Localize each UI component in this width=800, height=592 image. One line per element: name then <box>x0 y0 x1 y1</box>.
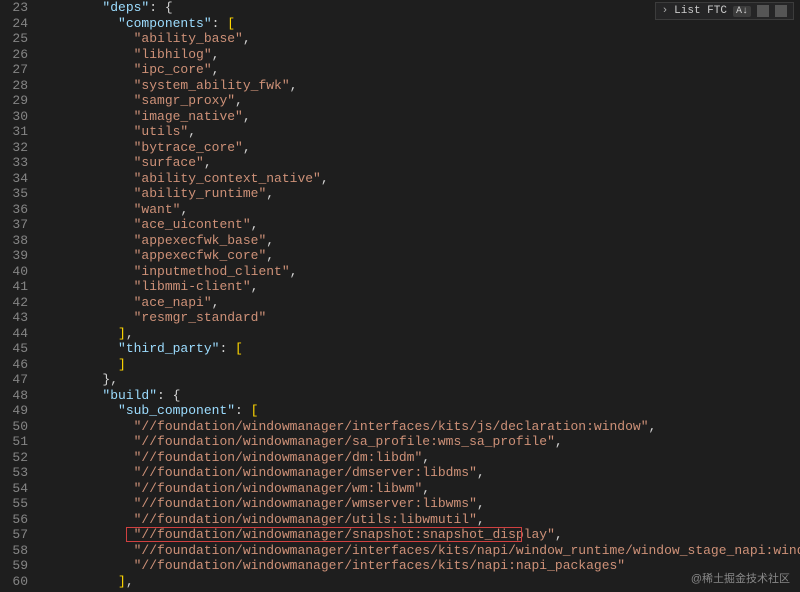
code-line[interactable]: "//foundation/windowmanager/snapshot:sna… <box>40 527 800 543</box>
code-line[interactable]: "ability_context_native", <box>40 171 800 187</box>
code-line[interactable]: "//foundation/windowmanager/dmserver:lib… <box>40 465 800 481</box>
line-number: 48 <box>8 388 28 404</box>
code-line[interactable]: "samgr_proxy", <box>40 93 800 109</box>
line-number: 47 <box>8 372 28 388</box>
code-line[interactable]: "ability_base", <box>40 31 800 47</box>
code-line[interactable]: ], <box>40 574 800 590</box>
code-line[interactable]: "want", <box>40 202 800 218</box>
code-line[interactable]: ] <box>40 357 800 373</box>
code-line[interactable]: "//foundation/windowmanager/interfaces/k… <box>40 543 800 559</box>
line-number: 27 <box>8 62 28 78</box>
code-line[interactable]: "libmmi-client", <box>40 279 800 295</box>
line-number: 32 <box>8 140 28 156</box>
code-line[interactable]: "appexecfwk_base", <box>40 233 800 249</box>
code-line[interactable]: "third_party": [ <box>40 341 800 357</box>
line-number: 23 <box>8 0 28 16</box>
code-line[interactable]: "build": { <box>40 388 800 404</box>
line-number: 38 <box>8 233 28 249</box>
code-line[interactable]: "bytrace_core", <box>40 140 800 156</box>
code-line[interactable]: "resmgr_standard" <box>40 310 800 326</box>
line-number: 41 <box>8 279 28 295</box>
line-number: 26 <box>8 47 28 63</box>
line-number: 54 <box>8 481 28 497</box>
line-number: 50 <box>8 419 28 435</box>
code-line[interactable]: "utils", <box>40 124 800 140</box>
line-number-gutter: 2324252627282930313233343536373839404142… <box>0 0 40 592</box>
line-number: 57 <box>8 527 28 543</box>
line-number: 43 <box>8 310 28 326</box>
code-area[interactable]: "deps": { "components": [ "ability_base"… <box>40 0 800 592</box>
code-line[interactable]: }, <box>40 372 800 388</box>
line-number: 58 <box>8 543 28 559</box>
code-line[interactable]: "//foundation/windowmanager/interfaces/k… <box>40 558 800 574</box>
code-line[interactable]: "libhilog", <box>40 47 800 63</box>
line-number: 24 <box>8 16 28 32</box>
line-number: 39 <box>8 248 28 264</box>
code-line[interactable]: "components": [ <box>40 16 800 32</box>
code-line[interactable]: "deps": { <box>40 0 800 16</box>
line-number: 35 <box>8 186 28 202</box>
code-editor[interactable]: 2324252627282930313233343536373839404142… <box>0 0 800 592</box>
line-number: 36 <box>8 202 28 218</box>
line-number: 40 <box>8 264 28 280</box>
code-line[interactable]: "sub_component": [ <box>40 403 800 419</box>
code-line[interactable]: "//foundation/windowmanager/wmserver:lib… <box>40 496 800 512</box>
line-number: 34 <box>8 171 28 187</box>
line-number: 30 <box>8 109 28 125</box>
line-number: 59 <box>8 558 28 574</box>
line-number: 31 <box>8 124 28 140</box>
code-line[interactable]: "//foundation/windowmanager/sa_profile:w… <box>40 434 800 450</box>
line-number: 33 <box>8 155 28 171</box>
code-line[interactable]: "//foundation/windowmanager/utils:libwmu… <box>40 512 800 528</box>
code-line[interactable]: "inputmethod_client", <box>40 264 800 280</box>
line-number: 60 <box>8 574 28 590</box>
line-number: 56 <box>8 512 28 528</box>
code-line[interactable]: "ability_runtime", <box>40 186 800 202</box>
line-number: 42 <box>8 295 28 311</box>
line-number: 28 <box>8 78 28 94</box>
code-line[interactable]: "system_ability_fwk", <box>40 78 800 94</box>
line-number: 55 <box>8 496 28 512</box>
code-line[interactable]: "surface", <box>40 155 800 171</box>
line-number: 49 <box>8 403 28 419</box>
line-number: 25 <box>8 31 28 47</box>
code-line[interactable]: "image_native", <box>40 109 800 125</box>
line-number: 53 <box>8 465 28 481</box>
line-number: 44 <box>8 326 28 342</box>
line-number: 51 <box>8 434 28 450</box>
line-number: 45 <box>8 341 28 357</box>
line-number: 46 <box>8 357 28 373</box>
code-line[interactable]: "appexecfwk_core", <box>40 248 800 264</box>
code-line[interactable]: "//foundation/windowmanager/wm:libwm", <box>40 481 800 497</box>
line-number: 29 <box>8 93 28 109</box>
code-line[interactable]: ], <box>40 326 800 342</box>
code-line[interactable]: "ace_napi", <box>40 295 800 311</box>
watermark-text: @稀土掘金技术社区 <box>691 570 790 586</box>
code-line[interactable]: "//foundation/windowmanager/interfaces/k… <box>40 419 800 435</box>
line-number: 37 <box>8 217 28 233</box>
code-line[interactable]: "ipc_core", <box>40 62 800 78</box>
code-line[interactable]: "ace_uicontent", <box>40 217 800 233</box>
code-line[interactable]: "//foundation/windowmanager/dm:libdm", <box>40 450 800 466</box>
line-number: 52 <box>8 450 28 466</box>
